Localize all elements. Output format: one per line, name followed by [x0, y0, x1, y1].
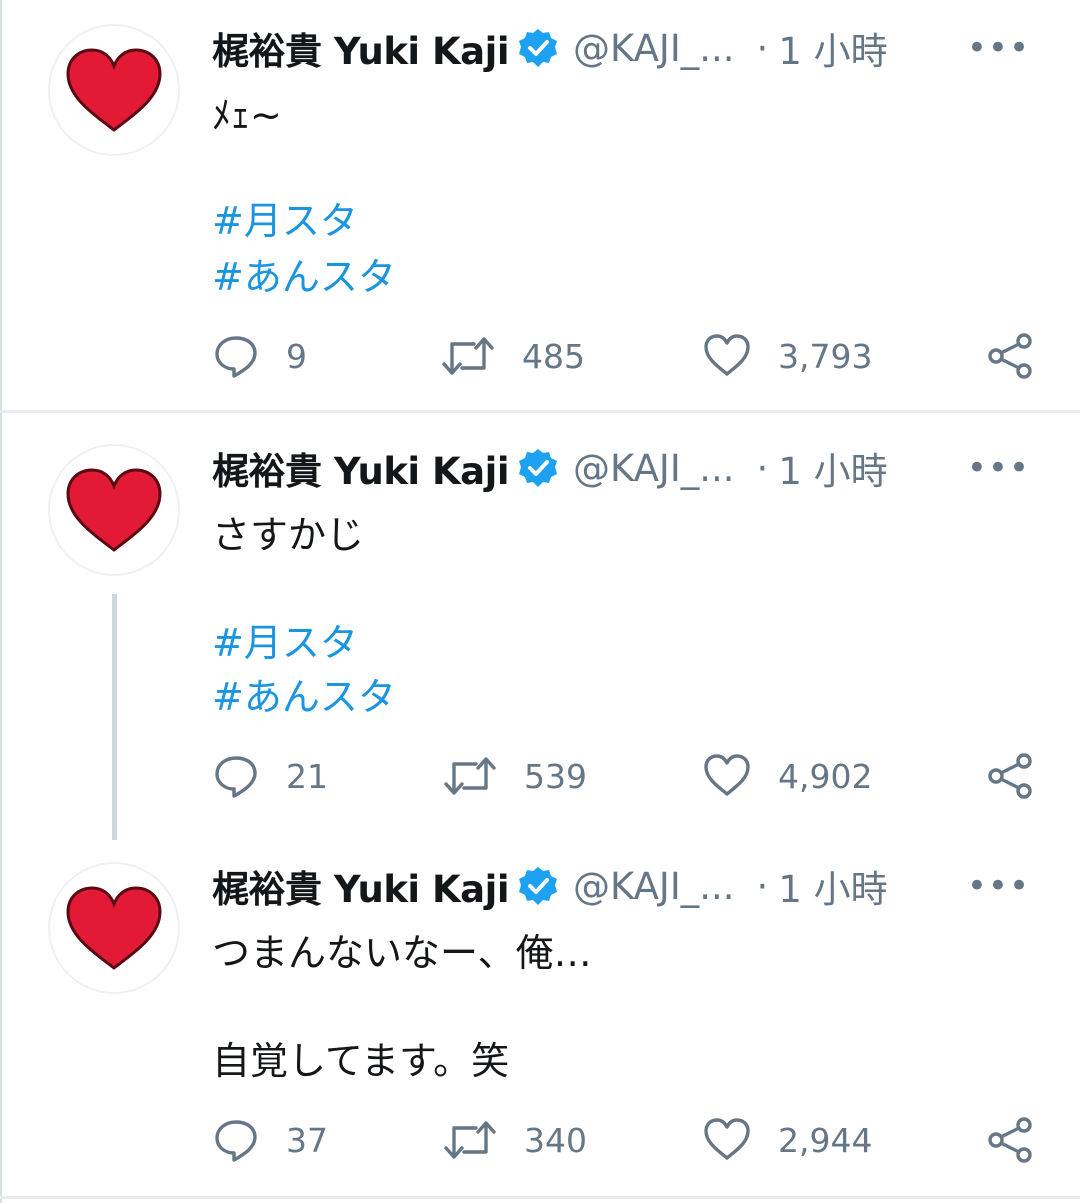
more-options-icon[interactable]: •••: [967, 858, 1030, 914]
share-icon: [988, 1117, 1032, 1163]
like-count: 2,944: [778, 1120, 873, 1160]
share-button[interactable]: [986, 1110, 1034, 1170]
reply-button[interactable]: 21: [212, 746, 328, 806]
hashtag-link[interactable]: #あんスタ: [212, 666, 396, 721]
like-icon: [704, 1118, 750, 1160]
timestamp[interactable]: 1 小時: [778, 859, 887, 913]
share-button[interactable]: [986, 746, 1034, 806]
hashtag-link[interactable]: #あんスタ: [212, 246, 396, 301]
like-icon: [704, 754, 750, 796]
verified-badge-icon: [517, 447, 559, 489]
heart-avatar-icon: [66, 48, 162, 132]
tweet-divider: [0, 410, 1080, 413]
thread-connector-line: [112, 594, 117, 840]
handle[interactable]: @KAJI_...: [573, 447, 735, 490]
heart-avatar-icon: [66, 468, 162, 552]
tweet-actions: 21 539 4,902: [212, 746, 1044, 806]
handle[interactable]: @KAJI_...: [573, 27, 735, 70]
verified-badge-icon: [517, 865, 559, 907]
separator-dot: ·: [756, 446, 769, 490]
display-name[interactable]: 梶裕貴 Yuki Kaji: [212, 441, 510, 495]
tweet-text-line: さすかじ: [212, 513, 365, 557]
avatar[interactable]: [48, 444, 180, 576]
timestamp[interactable]: 1 小時: [778, 441, 887, 495]
retweet-count: 340: [524, 1120, 587, 1160]
retweet-button[interactable]: 539: [442, 746, 587, 806]
like-count: 3,793: [778, 336, 873, 376]
reply-count: 37: [286, 1120, 328, 1160]
retweet-button[interactable]: 485: [440, 326, 585, 386]
tweet-text-line: つまんないなー、俺…: [212, 931, 592, 975]
reply-count: 9: [286, 336, 307, 376]
verified-badge-icon: [517, 27, 559, 69]
tweet-actions: 37 340 2,944: [212, 1110, 1044, 1170]
retweet-icon: [442, 337, 494, 375]
share-button[interactable]: [986, 326, 1034, 386]
retweet-icon: [444, 1121, 496, 1159]
like-button[interactable]: 2,944: [702, 1110, 872, 1170]
heart-avatar-icon: [66, 886, 162, 970]
more-options-icon[interactable]: •••: [967, 440, 1030, 496]
timestamp[interactable]: 1 小時: [778, 21, 887, 75]
tweet-text-line: 自覚してます。笑: [212, 1039, 510, 1083]
hashtag-link[interactable]: #月スタ: [212, 612, 358, 667]
avatar[interactable]: [48, 862, 180, 994]
more-options-icon[interactable]: •••: [967, 20, 1030, 76]
like-button[interactable]: 4,902: [702, 746, 872, 806]
tweet-header: 梶裕貴 Yuki Kaji @KAJI_... · 1 小時: [212, 858, 888, 914]
hashtag-link[interactable]: #月スタ: [212, 190, 358, 245]
retweet-count: 485: [522, 336, 585, 376]
separator-dot: ·: [756, 26, 769, 70]
reply-icon: [215, 336, 257, 378]
share-icon: [988, 753, 1032, 799]
like-count: 4,902: [778, 756, 873, 796]
retweet-button[interactable]: 340: [442, 1110, 587, 1170]
display-name[interactable]: 梶裕貴 Yuki Kaji: [212, 859, 510, 913]
reply-button[interactable]: 9: [212, 326, 307, 386]
tweet-divider: [0, 1196, 1080, 1199]
reply-button[interactable]: 37: [212, 1110, 328, 1170]
display-name[interactable]: 梶裕貴 Yuki Kaji: [212, 21, 510, 75]
tweet-header: 梶裕貴 Yuki Kaji @KAJI_... · 1 小時: [212, 20, 888, 76]
handle[interactable]: @KAJI_...: [573, 865, 735, 908]
retweet-count: 539: [524, 756, 587, 796]
share-icon: [988, 333, 1032, 379]
like-button[interactable]: 3,793: [702, 326, 872, 386]
reply-count: 21: [286, 756, 328, 796]
retweet-icon: [444, 757, 496, 795]
like-icon: [704, 334, 750, 376]
reply-icon: [215, 1120, 257, 1162]
tweet-text-line: ﾒｪ~: [212, 93, 282, 137]
left-edge-border: [0, 0, 2, 1203]
tweet-actions: 9 485 3,793: [212, 326, 1044, 386]
separator-dot: ·: [756, 864, 769, 908]
reply-icon: [215, 756, 257, 798]
tweet-header: 梶裕貴 Yuki Kaji @KAJI_... · 1 小時: [212, 440, 888, 496]
avatar[interactable]: [48, 24, 180, 156]
